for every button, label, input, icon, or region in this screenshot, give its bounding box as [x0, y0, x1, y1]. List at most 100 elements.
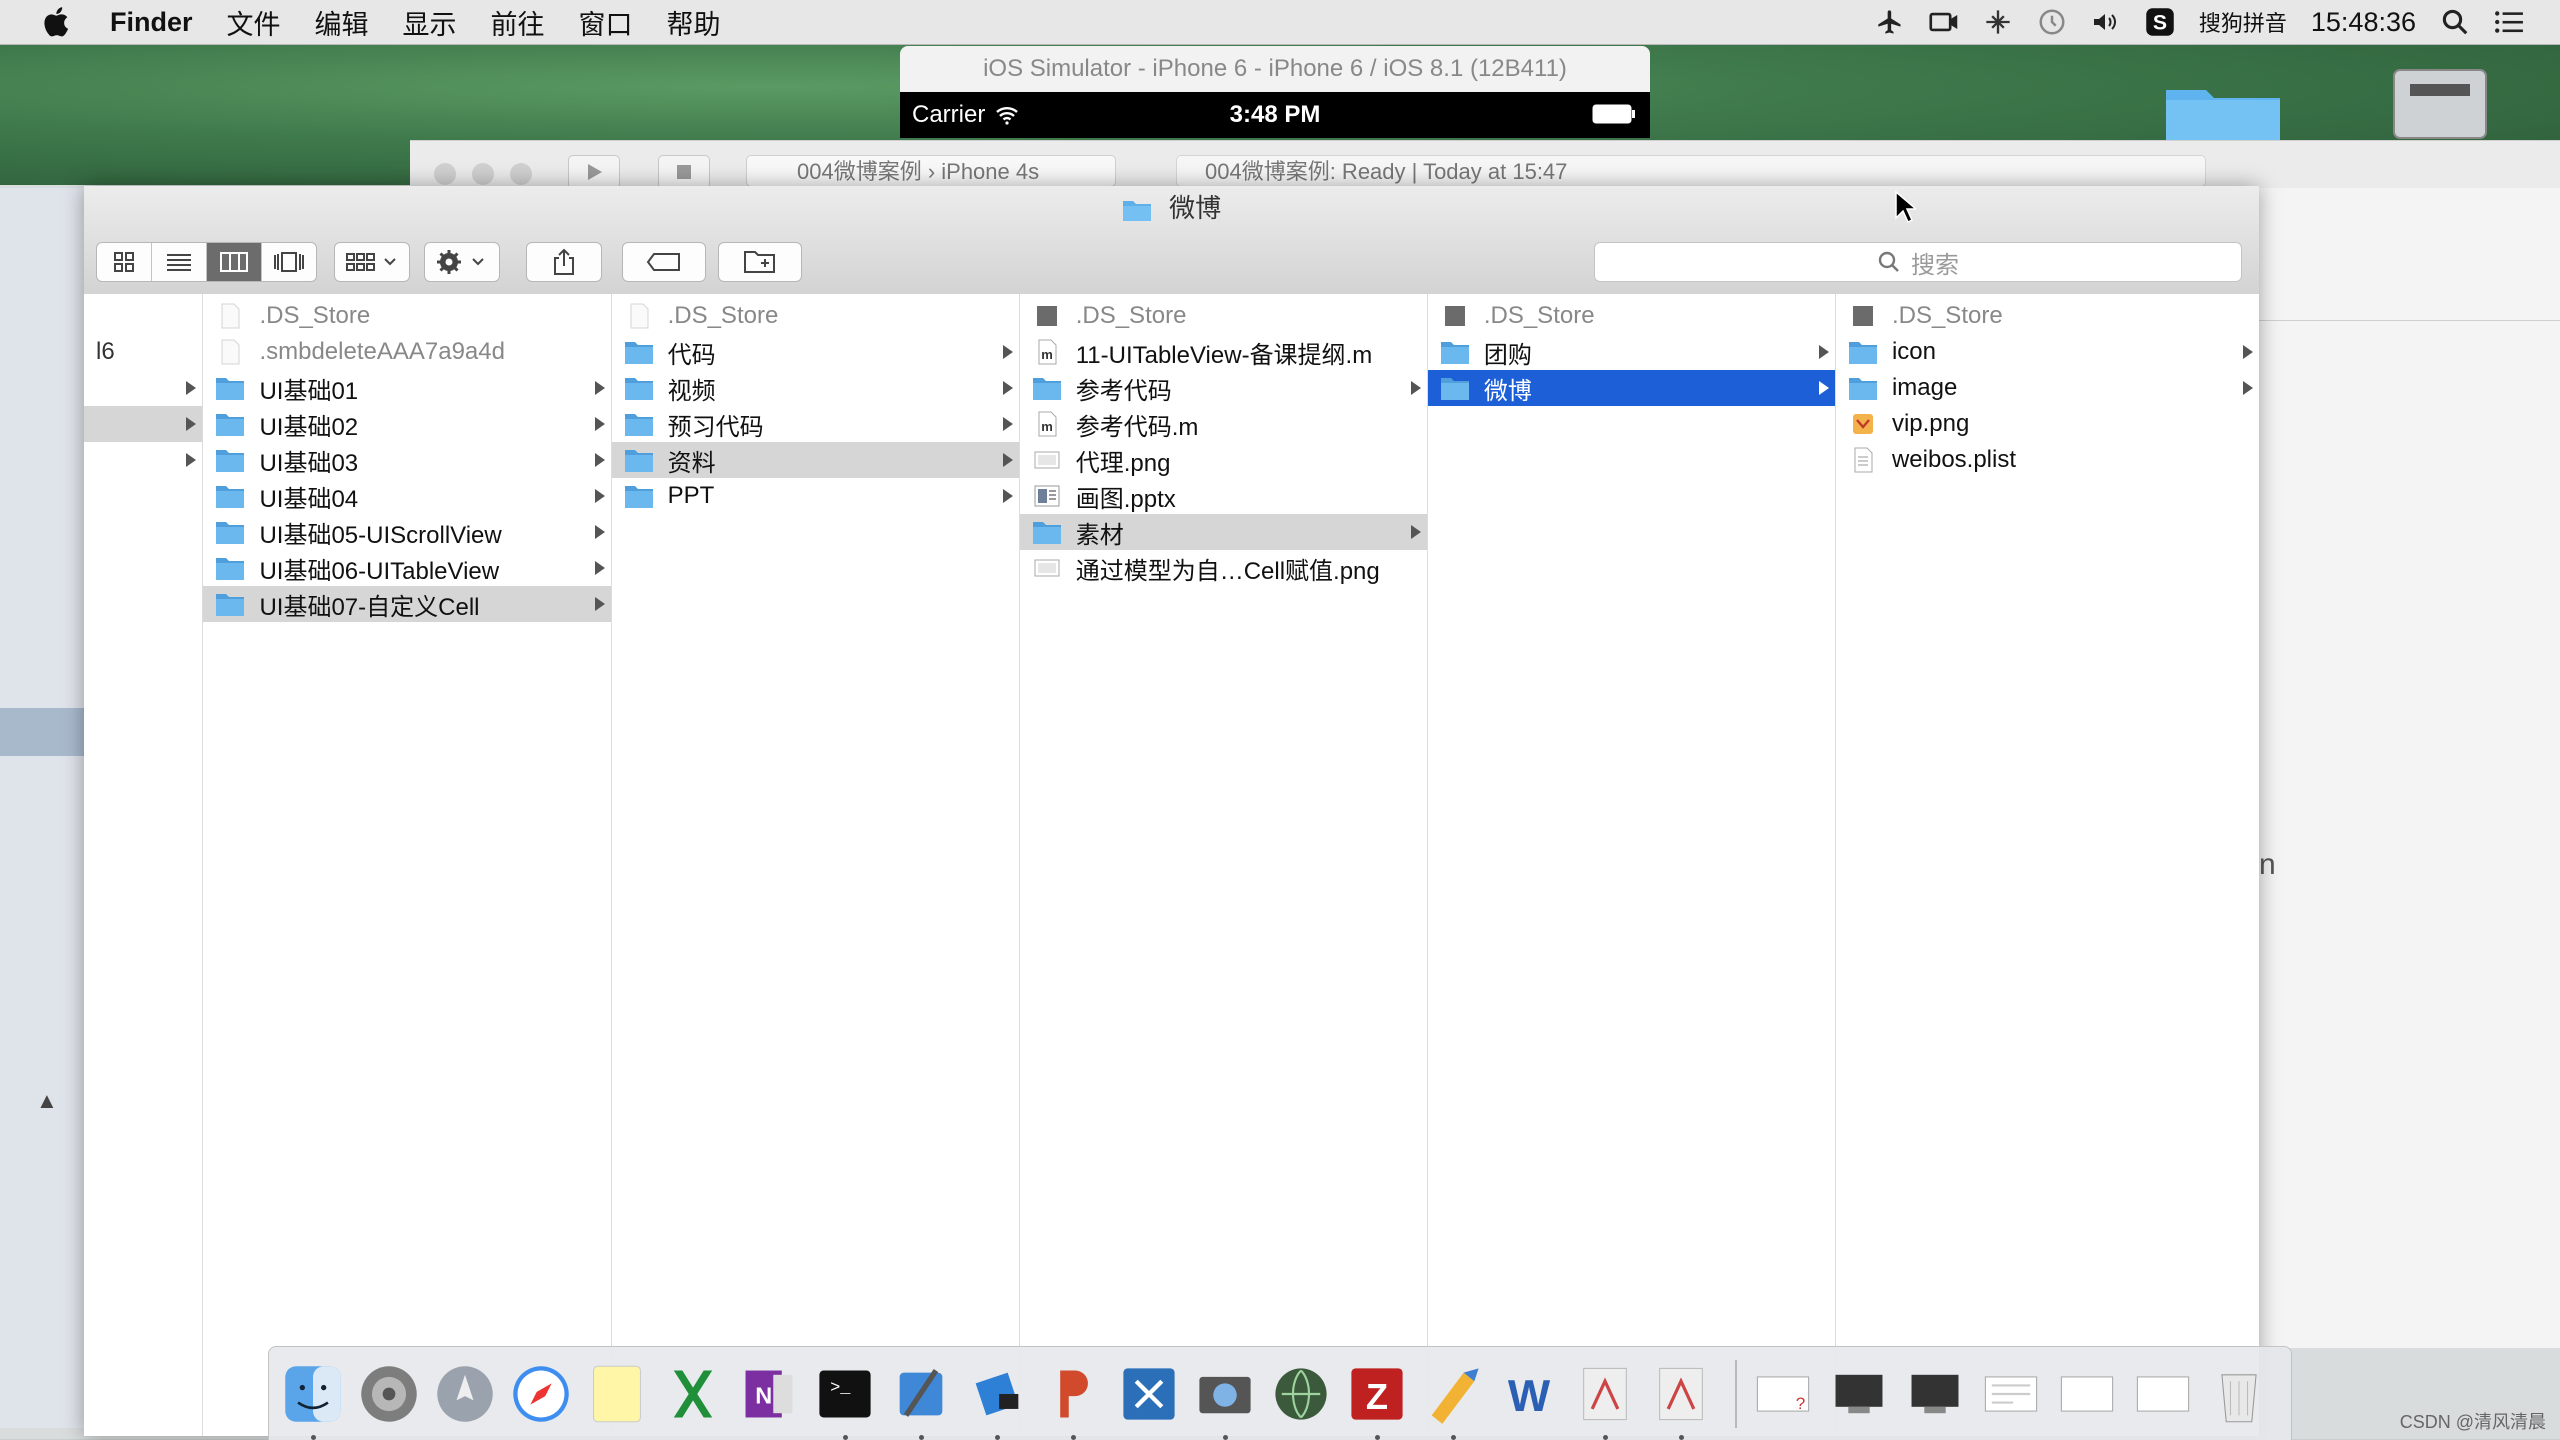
apple-menu-icon[interactable]: [38, 3, 76, 41]
list-item[interactable]: 资料: [611, 442, 1019, 478]
utilities-dock-icon[interactable]: [1419, 1360, 1487, 1440]
list-item[interactable]: 预习代码: [612, 406, 1019, 442]
menu-window[interactable]: 窗口: [579, 3, 633, 42]
list-item[interactable]: 代码: [612, 334, 1019, 370]
system-preferences-dock-icon[interactable]: [355, 1360, 423, 1428]
doc-1-dock-icon[interactable]: ?: [1749, 1360, 1817, 1428]
spotlight-search-icon[interactable]: [2440, 7, 2470, 37]
notes-dock-icon[interactable]: [583, 1360, 651, 1428]
list-item[interactable]: UI基础02: [203, 406, 610, 442]
list-item[interactable]: UI基础05-UIScrollView: [203, 514, 610, 550]
list-item[interactable]: UI基础06-UITableView: [203, 550, 610, 586]
list-item[interactable]: UI基础03: [203, 442, 610, 478]
trash-dock-icon[interactable]: [2205, 1360, 2273, 1428]
list-item[interactable]: 代理.png: [1020, 442, 1427, 478]
list-item[interactable]: m 11-UITableView-备课提纲.m: [1020, 334, 1427, 370]
arrange-button[interactable]: [334, 242, 410, 282]
list-item[interactable]: image: [1836, 370, 2259, 406]
column-1[interactable]: .DS_Store .smbdeleteAAA7a9a4d UI基础01 UI基础02…: [203, 294, 612, 1436]
list-item[interactable]: vip.png: [1836, 406, 2259, 442]
menubar-clock[interactable]: 15:48:36: [2311, 7, 2416, 38]
notification-center-icon[interactable]: [2494, 7, 2524, 37]
share-button[interactable]: [526, 242, 602, 282]
menu-file[interactable]: 文件: [227, 3, 281, 42]
screen-record-icon[interactable]: [1929, 7, 1959, 37]
menu-view[interactable]: 显示: [403, 3, 457, 42]
list-item[interactable]: UI基础07-自定义Cell: [203, 586, 611, 622]
cover-flow-button[interactable]: [262, 243, 316, 281]
xcode-run-button[interactable]: [568, 155, 620, 189]
photo-app-dock-icon[interactable]: [1191, 1360, 1259, 1440]
column-5[interactable]: .DS_Store icon image vip.png weibos.plist: [1835, 294, 2259, 1436]
finder-titlebar[interactable]: 微博: [84, 186, 2259, 230]
ime-label[interactable]: 搜狗拼音: [2199, 6, 2287, 38]
doc-3-dock-icon[interactable]: [1901, 1360, 1969, 1428]
menu-help[interactable]: 帮助: [667, 3, 721, 42]
column-3[interactable]: .DS_Store m 11-UITableView-备课提纲.m 参考代码 m 参考代码…: [1019, 294, 1428, 1436]
action-gear-button[interactable]: [424, 242, 500, 282]
sogou-ime-icon[interactable]: S: [2145, 7, 2175, 37]
hard-drive-icon[interactable]: [2388, 66, 2492, 142]
menu-app-name[interactable]: Finder: [110, 7, 193, 38]
list-item[interactable]: .DS_Store: [1428, 298, 1835, 334]
list-item[interactable]: [84, 442, 202, 478]
column-4[interactable]: .DS_Store 团购 微博: [1427, 294, 1836, 1436]
list-item[interactable]: m 参考代码.m: [1020, 406, 1427, 442]
xcode-close-button[interactable]: [434, 163, 456, 185]
column-2[interactable]: .DS_Store 代码 视频 预习代码 资料 PPT: [611, 294, 1020, 1436]
list-item[interactable]: UI基础04: [203, 478, 610, 514]
list-item[interactable]: 参考代码: [1020, 370, 1427, 406]
time-machine-icon[interactable]: [2037, 7, 2067, 37]
list-item[interactable]: .DS_Store: [203, 298, 610, 334]
list-item[interactable]: 素材: [1019, 514, 1427, 550]
doc-6-dock-icon[interactable]: [2129, 1360, 2197, 1428]
network-icon[interactable]: [1983, 7, 2013, 37]
xcode-stop-button[interactable]: [658, 155, 710, 189]
xcode-dock-icon[interactable]: [887, 1360, 955, 1440]
column-view-button[interactable]: [207, 243, 262, 281]
icon-view-button[interactable]: [97, 243, 152, 281]
airplane-icon[interactable]: [1875, 7, 1905, 37]
list-view-button[interactable]: [152, 243, 207, 281]
filezilla-dock-icon[interactable]: Z: [1343, 1360, 1411, 1440]
word-dock-icon[interactable]: W: [1495, 1360, 1563, 1428]
search-field[interactable]: 搜索: [1594, 242, 2242, 282]
tag-button[interactable]: [622, 242, 706, 282]
list-item[interactable]: l6: [84, 334, 202, 370]
list-item[interactable]: .DS_Store: [1836, 298, 2259, 334]
list-item[interactable]: 微博: [1427, 370, 1835, 406]
list-item[interactable]: [84, 370, 202, 406]
list-item[interactable]: [84, 406, 203, 442]
xcode-zoom-button[interactable]: [510, 163, 532, 185]
volume-icon[interactable]: [2091, 7, 2121, 37]
list-item[interactable]: icon: [1836, 334, 2259, 370]
list-item[interactable]: .DS_Store: [612, 298, 1019, 334]
terminal-dock-icon[interactable]: >_: [811, 1360, 879, 1440]
list-item[interactable]: PPT: [612, 478, 1019, 514]
instruments-dock-icon[interactable]: [963, 1360, 1031, 1440]
menu-go[interactable]: 前往: [491, 3, 545, 42]
doc-2-dock-icon[interactable]: [1825, 1360, 1893, 1428]
textedit-b-dock-icon[interactable]: [1647, 1360, 1715, 1440]
xcode-minimize-button[interactable]: [472, 163, 494, 185]
list-item[interactable]: .smbdeleteAAA7a9a4d: [203, 334, 610, 370]
textedit-a-dock-icon[interactable]: [1571, 1360, 1639, 1440]
list-item[interactable]: .DS_Store: [1020, 298, 1427, 334]
simulator-window-title[interactable]: iOS Simulator - iPhone 6 - iPhone 6 / iO…: [900, 46, 1650, 92]
list-item[interactable]: 通过模型为自…Cell赋值.png: [1020, 550, 1427, 586]
network-app-dock-icon[interactable]: [1267, 1360, 1335, 1428]
list-item[interactable]: UI基础01: [203, 370, 610, 406]
excel-dock-icon[interactable]: [659, 1360, 727, 1428]
eject-icon[interactable]: ▲: [36, 1088, 58, 1114]
xcode-scheme-selector[interactable]: 004微博案例 › iPhone 4s: [746, 155, 1116, 187]
list-item[interactable]: 画图.pptx: [1020, 478, 1427, 514]
list-item[interactable]: 团购: [1428, 334, 1835, 370]
doc-4-dock-icon[interactable]: [1977, 1360, 2045, 1428]
doc-5-dock-icon[interactable]: [2053, 1360, 2121, 1428]
finder-dock-icon[interactable]: [279, 1360, 347, 1440]
menu-edit[interactable]: 编辑: [315, 3, 369, 42]
list-item[interactable]: weibos.plist: [1836, 442, 2259, 478]
powerpoint-dock-icon[interactable]: [1039, 1360, 1107, 1440]
safari-dock-icon[interactable]: [507, 1360, 575, 1428]
column-0[interactable]: l6: [84, 294, 204, 1436]
